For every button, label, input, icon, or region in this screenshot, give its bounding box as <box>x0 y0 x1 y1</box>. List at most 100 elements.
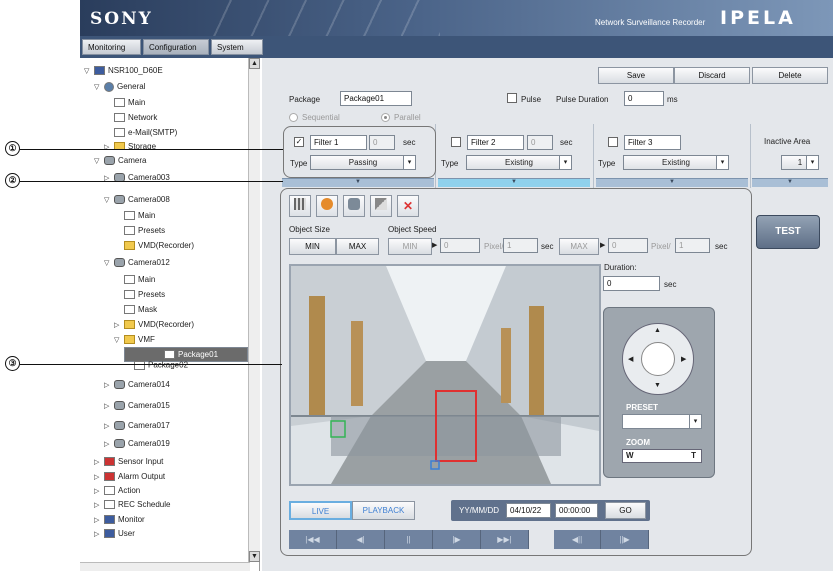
tree-item-c012-mask[interactable]: Mask <box>124 303 157 317</box>
filter2-name-input[interactable]: Filter 2 <box>467 135 524 150</box>
object-size-max-button[interactable]: MAX <box>336 238 379 255</box>
pan-right-icon[interactable]: ▶ <box>681 355 686 363</box>
speed-min-pixel-input[interactable]: 0 <box>440 238 480 253</box>
chevron-right-icon[interactable]: ▷ <box>104 400 114 414</box>
zoom-slider[interactable]: W T <box>622 449 702 463</box>
tree-item-camera017[interactable]: ▷ Camera017 <box>104 419 170 433</box>
tree-item-root[interactable]: ▽ NSR100_D60E <box>84 64 163 78</box>
skip-start-icon[interactable]: |◀◀ <box>289 530 337 549</box>
tree-item-c008-main[interactable]: Main <box>124 209 155 223</box>
tree-item-c008-vmd[interactable]: VMD(Recorder) <box>124 239 194 253</box>
chevron-down-icon[interactable]: ▽ <box>114 334 124 348</box>
tree-item-c012-presets[interactable]: Presets <box>124 288 165 302</box>
playback-button[interactable]: PLAYBACK <box>352 501 415 520</box>
filter2-checkbox[interactable] <box>451 137 461 147</box>
chevron-down-icon[interactable]: ▽ <box>84 65 94 79</box>
select-area-tool[interactable] <box>289 195 311 217</box>
speed-max-pixel-input[interactable]: 0 <box>608 238 648 253</box>
filter1-expand-bar[interactable]: ▼ <box>282 178 434 187</box>
sequential-radio[interactable] <box>289 113 298 122</box>
chevron-down-icon[interactable]: ▽ <box>94 155 104 169</box>
chevron-down-icon[interactable]: ▾ <box>559 156 571 169</box>
tree-item-camera015[interactable]: ▷ Camera015 <box>104 399 170 413</box>
chevron-right-icon[interactable]: ▷ <box>104 420 114 434</box>
tree-item-sensor[interactable]: ▷ Sensor Input <box>94 455 163 469</box>
chevron-down-icon[interactable]: ▾ <box>689 415 701 428</box>
scroll-up-icon[interactable]: ▲ <box>249 58 260 69</box>
zoom-tele[interactable]: T <box>691 451 696 460</box>
tree-item-action[interactable]: ▷ Action <box>94 484 140 498</box>
speed-max-button[interactable]: MAX <box>559 238 599 255</box>
filter2-expand-bar[interactable]: ▼ <box>438 178 590 187</box>
skip-end-icon[interactable]: ▶▶| <box>481 530 529 549</box>
chevron-right-icon[interactable]: ▷ <box>104 379 114 393</box>
filter2-type-select[interactable]: Existing ▾ <box>466 155 572 170</box>
tree-vertical-scrollbar[interactable]: ▲ ▼ <box>248 58 260 562</box>
test-button[interactable]: TEST <box>756 215 820 249</box>
tree-item-camera[interactable]: ▽ Camera <box>94 154 146 168</box>
tree-item-main[interactable]: Main <box>114 96 145 110</box>
tree-item-monitor[interactable]: ▷ Monitor <box>94 513 145 527</box>
tree-horizontal-scrollbar[interactable] <box>80 562 250 571</box>
discard-button[interactable]: Discard <box>674 67 750 84</box>
delete-area-tool[interactable]: ✕ <box>397 195 419 217</box>
tree-item-vmf[interactable]: ▽ VMF <box>114 333 155 347</box>
tree-item-c012-vmd[interactable]: ▷ VMD(Recorder) <box>114 318 194 332</box>
chevron-right-icon[interactable]: ▷ <box>104 438 114 452</box>
live-button[interactable]: LIVE <box>289 501 352 520</box>
scroll-down-icon[interactable]: ▼ <box>249 551 260 562</box>
chevron-right-icon[interactable]: ▷ <box>94 485 104 499</box>
tree-item-general[interactable]: ▽ General <box>94 80 145 94</box>
filter3-checkbox[interactable] <box>608 137 618 147</box>
date-input[interactable]: 04/10/22 <box>506 503 551 518</box>
filter3-name-input[interactable]: Filter 3 <box>624 135 681 150</box>
tree-item-c008-presets[interactable]: Presets <box>124 224 165 238</box>
chevron-right-icon[interactable]: ▷ <box>94 471 104 485</box>
chevron-right-icon[interactable]: ▷ <box>104 172 114 181</box>
speed-max-sec-input[interactable]: 1 <box>675 238 710 253</box>
chevron-right-icon[interactable]: ▷ <box>94 514 104 528</box>
tree-item-network[interactable]: Network <box>114 111 157 125</box>
tree-item-rec[interactable]: ▷ REC Schedule <box>94 498 170 512</box>
speed-min-sec-input[interactable]: 1 <box>503 238 538 253</box>
chevron-right-icon[interactable]: ▷ <box>114 319 124 333</box>
parallel-radio[interactable] <box>381 113 390 122</box>
tree-item-package01[interactable]: Package01 <box>124 347 248 362</box>
tree-item-email[interactable]: e-Mail(SMTP) <box>114 126 177 140</box>
camera-view[interactable] <box>289 264 601 486</box>
preset-select[interactable]: ▾ <box>622 414 702 429</box>
chevron-down-icon[interactable]: ▽ <box>104 257 114 271</box>
tree-item-camera014[interactable]: ▷ Camera014 <box>104 378 170 392</box>
polygon-tool[interactable] <box>316 195 338 217</box>
package-name-input[interactable]: Package01 <box>340 91 412 106</box>
pan-down-icon[interactable]: ▼ <box>654 382 661 389</box>
chevron-right-icon[interactable]: ▷ <box>94 528 104 542</box>
filter3-type-select[interactable]: Existing ▾ <box>623 155 729 170</box>
chevron-down-icon[interactable]: ▽ <box>104 194 114 208</box>
pan-left-icon[interactable]: ◀ <box>628 355 633 363</box>
time-input[interactable]: 00:00:00 <box>555 503 598 518</box>
play-icon[interactable]: |▶ <box>433 530 481 549</box>
tab-system[interactable]: System <box>211 39 263 55</box>
speed-min-button[interactable]: MIN <box>388 238 432 255</box>
pulse-checkbox[interactable] <box>507 93 517 103</box>
pause-icon[interactable]: || <box>385 530 433 549</box>
chevron-down-icon[interactable]: ▽ <box>94 81 104 95</box>
save-button[interactable]: Save <box>598 67 674 84</box>
chevron-right-icon[interactable]: ▷ <box>94 456 104 470</box>
tree-item-user[interactable]: ▷ User <box>94 527 135 541</box>
move-tool[interactable] <box>343 195 365 217</box>
ptz-pad[interactable]: ▲ ▼ ◀ ▶ <box>622 323 694 395</box>
go-button[interactable]: GO <box>605 502 646 519</box>
frame-forward-icon[interactable]: ||▶ <box>601 530 649 549</box>
duration-input[interactable]: 0 <box>603 276 660 291</box>
tree-item-camera008[interactable]: ▽ Camera008 <box>104 193 170 207</box>
filter3-expand-bar[interactable]: ▼ <box>596 178 748 187</box>
rewind-icon[interactable]: ◀| <box>337 530 385 549</box>
tree-item-camera012[interactable]: ▽ Camera012 <box>104 256 170 270</box>
inactive-area-select[interactable]: 1 ▾ <box>781 155 819 170</box>
inactive-expand-bar[interactable]: ▼ <box>752 178 828 187</box>
object-size-min-button[interactable]: MIN <box>289 238 336 255</box>
ptz-center[interactable] <box>641 342 675 376</box>
frame-back-icon[interactable]: ◀|| <box>554 530 601 549</box>
